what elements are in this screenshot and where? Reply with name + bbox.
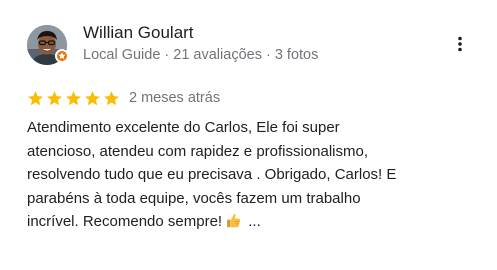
thumbs-up-emoji-icon: [227, 213, 241, 228]
review-card: Willian Goulart Local Guide · 21 avaliaç…: [0, 0, 497, 270]
local-guide-badge-icon: [55, 49, 69, 63]
read-more-ellipsis[interactable]: ...: [248, 213, 261, 230]
review-line-1: Atendimento excelente do Carlos, Ele foi…: [27, 119, 340, 136]
star-icon: [85, 90, 100, 105]
review-text: Atendimento excelente do Carlos, Ele foi…: [27, 116, 482, 234]
review-date: 2 meses atrás: [129, 90, 221, 106]
star-icon: [47, 90, 62, 105]
review-line-2: atencioso, atendeu com rapidez e profiss…: [27, 142, 369, 160]
star-icon: [28, 90, 43, 105]
more-options-button[interactable]: [448, 32, 472, 56]
review-line-5: incrível. Recomendo sempre!: [27, 213, 223, 230]
rating-row: 2 meses atrás: [27, 88, 220, 108]
reviewer-meta: Local Guide · 21 avaliações · 3 fotos: [83, 47, 319, 63]
more-vertical-icon: [458, 36, 462, 52]
star-icon: [104, 90, 119, 105]
reviewer-name[interactable]: Willian Goulart: [83, 22, 194, 44]
star-rating: [27, 90, 122, 107]
star-icon: [66, 90, 81, 105]
review-line-4: parabéns à toda equipe, vocês fazem um t…: [27, 189, 361, 207]
review-line-3: resolvendo tudo que eu precisava . Obrig…: [27, 166, 397, 183]
